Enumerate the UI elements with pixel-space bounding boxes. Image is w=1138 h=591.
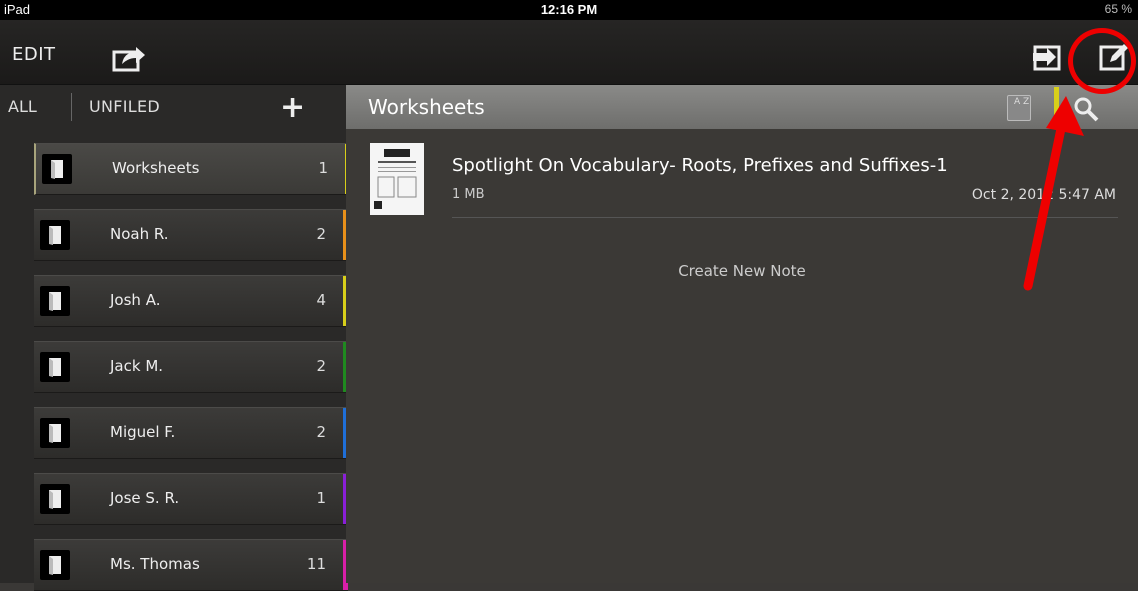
clock: 12:16 PM bbox=[540, 2, 598, 17]
tab-all[interactable]: ALL bbox=[8, 97, 37, 116]
notebook-item-ms-thomas[interactable]: Ms. Thomas 11 bbox=[34, 539, 348, 591]
notebook-count: 1 bbox=[318, 159, 328, 177]
notebook-count: 11 bbox=[306, 555, 326, 573]
top-toolbar: EDIT bbox=[0, 20, 1138, 85]
notebook-count: 2 bbox=[316, 357, 326, 375]
note-size: 1 MB bbox=[452, 187, 485, 202]
notebook-item-worksheets[interactable]: Worksheets 1 bbox=[34, 143, 350, 195]
notebook-item-noah[interactable]: Noah R. 2 bbox=[34, 209, 348, 261]
notebook-label: Jack M. bbox=[110, 357, 164, 375]
notebook-label: Worksheets bbox=[112, 159, 200, 177]
notebook-count: 1 bbox=[316, 489, 326, 507]
notebook-count: 4 bbox=[316, 291, 326, 309]
edit-button[interactable]: EDIT bbox=[12, 44, 56, 65]
notebook-label: Josh A. bbox=[110, 291, 161, 309]
share-icon[interactable] bbox=[112, 44, 146, 72]
notebook-count: 2 bbox=[316, 225, 326, 243]
notebook-icon bbox=[40, 352, 70, 382]
notebook-icon bbox=[40, 484, 70, 514]
notebook-count: 2 bbox=[316, 423, 326, 441]
notebook-label: Jose S. R. bbox=[110, 489, 180, 507]
add-notebook-button[interactable]: + bbox=[280, 93, 305, 123]
note-title: Spotlight On Vocabulary- Roots, Prefixes… bbox=[452, 155, 948, 176]
battery-label: 65 % bbox=[1104, 2, 1132, 16]
notebook-icon bbox=[40, 220, 70, 250]
note-thumbnail bbox=[370, 143, 424, 215]
notebook-title: Worksheets bbox=[368, 95, 485, 119]
notebook-label: Miguel F. bbox=[110, 423, 176, 441]
notebook-item-josh[interactable]: Josh A. 4 bbox=[34, 275, 348, 327]
sidebar-header: ALL UNFILED + bbox=[0, 85, 346, 129]
notebook-icon bbox=[40, 286, 70, 316]
tab-unfiled[interactable]: UNFILED bbox=[89, 97, 160, 116]
notebook-label: Ms. Thomas bbox=[110, 555, 200, 573]
notebook-icon bbox=[40, 550, 70, 580]
annotation-circle bbox=[1068, 28, 1136, 94]
notebook-sidebar: ALL UNFILED + Worksheets 1 Noah R. 2 Jos… bbox=[0, 85, 350, 591]
notebook-item-jack[interactable]: Jack M. 2 bbox=[34, 341, 348, 393]
tab-divider bbox=[71, 93, 72, 121]
notebook-item-miguel[interactable]: Miguel F. 2 bbox=[34, 407, 348, 459]
notebook-label: Noah R. bbox=[110, 225, 169, 243]
notebook-icon bbox=[42, 154, 72, 184]
status-bar: iPad 12:16 PM 65 % bbox=[0, 0, 1138, 20]
import-icon[interactable] bbox=[1031, 43, 1063, 71]
annotation-arrow bbox=[1023, 96, 1084, 291]
notebook-icon bbox=[40, 418, 70, 448]
notebook-item-jose[interactable]: Jose S. R. 1 bbox=[34, 473, 348, 525]
